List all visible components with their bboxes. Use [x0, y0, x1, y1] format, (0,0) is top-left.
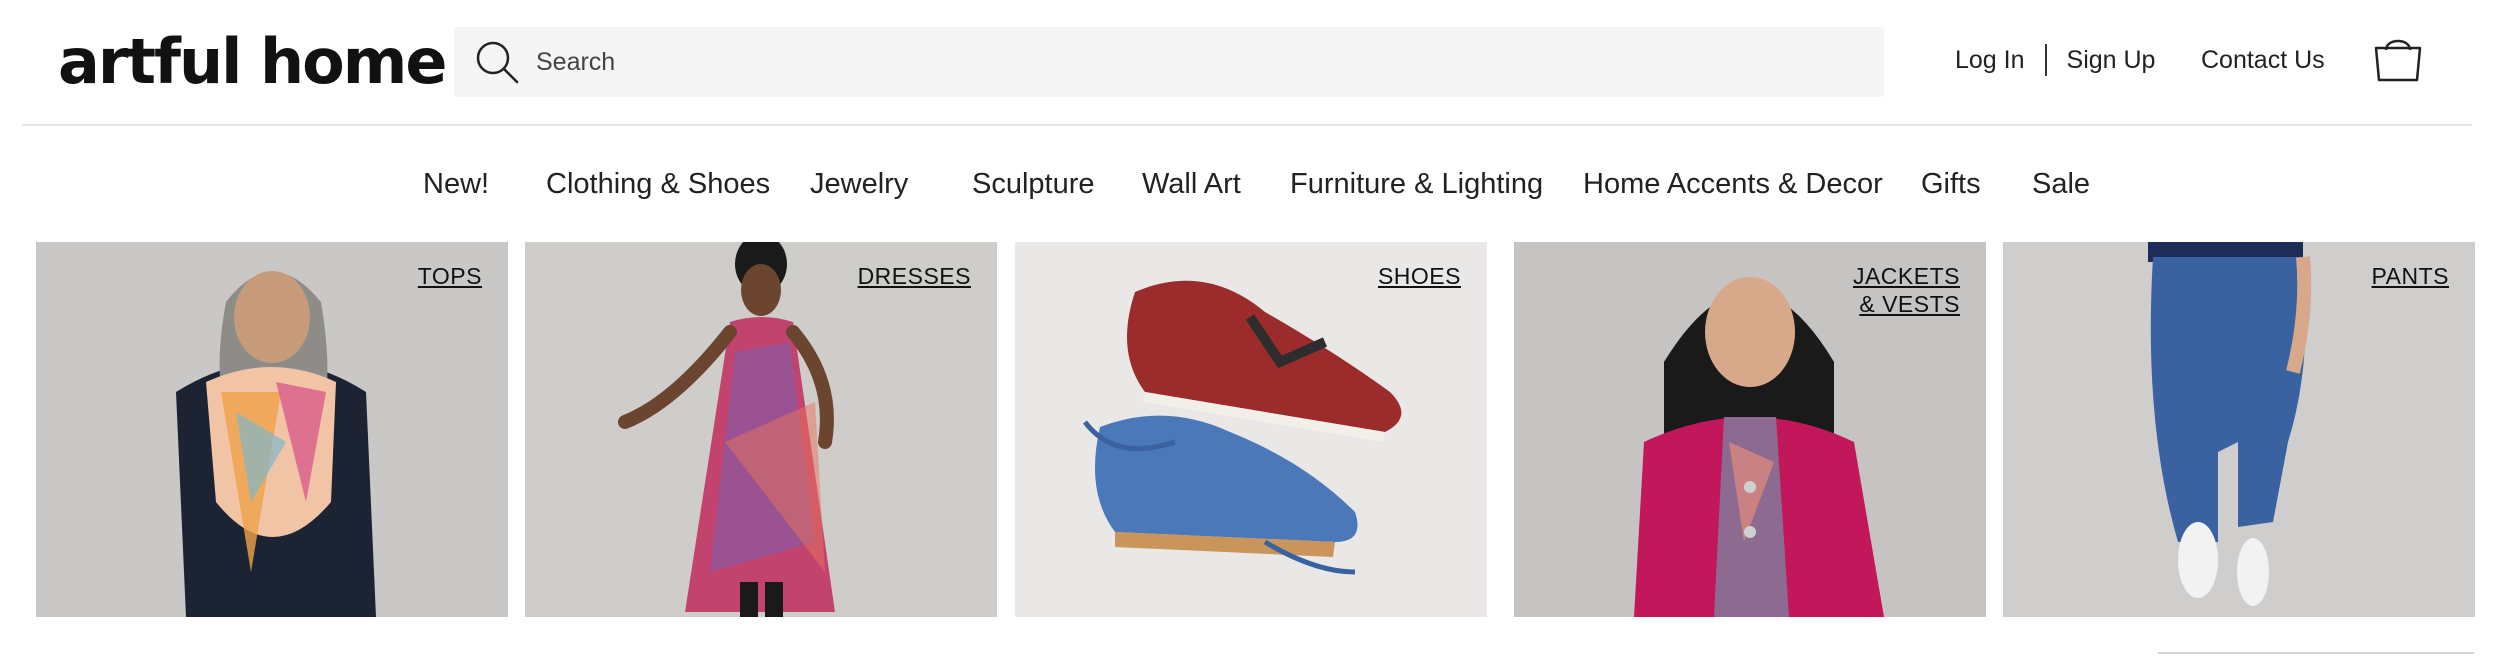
link-separator: [2044, 44, 2047, 76]
nav-item-furniture-lighting[interactable]: Furniture & Lighting: [1290, 160, 1543, 208]
category-tile-dresses[interactable]: DRESSES: [525, 242, 997, 617]
tops-model-image: [176, 271, 376, 617]
contact-link[interactable]: Contact Us: [2201, 40, 2325, 80]
category-tile-jackets-vests[interactable]: JACKETS & VESTS: [1514, 242, 1986, 617]
account-links: Log In Sign Up: [1955, 40, 2155, 80]
category-label[interactable]: SHOES: [1378, 262, 1461, 290]
category-tile-pants[interactable]: PANTS: [2003, 242, 2475, 617]
dresses-model-image: [618, 242, 835, 617]
login-link[interactable]: Log In: [1955, 40, 2025, 80]
nav-item-jewelry[interactable]: Jewelry: [810, 160, 908, 208]
header-divider: [22, 124, 2472, 126]
shoes-product-image: [1083, 280, 1402, 575]
category-label[interactable]: TOPS: [418, 262, 482, 290]
section-divider: [2158, 652, 2474, 654]
nav-item-sale[interactable]: Sale: [2032, 160, 2090, 208]
search-bar[interactable]: [454, 27, 1884, 97]
site-header: artful home Log In Sign Up Contact Us: [0, 0, 2500, 126]
site-logo[interactable]: artful home: [58, 22, 447, 102]
search-input[interactable]: [536, 27, 1856, 97]
shopping-bag-icon[interactable]: [2372, 34, 2424, 84]
nav-item-clothing-shoes[interactable]: Clothing & Shoes: [546, 160, 770, 208]
category-label[interactable]: JACKETS & VESTS: [1853, 262, 1960, 318]
main-navigation: New! Clothing & Shoes Jewelry Sculpture …: [0, 160, 2500, 208]
category-label-line2: & VESTS: [1859, 291, 1960, 317]
category-label[interactable]: DRESSES: [858, 262, 971, 290]
nav-item-new[interactable]: New!: [423, 160, 489, 208]
signup-link[interactable]: Sign Up: [2067, 40, 2156, 80]
category-label[interactable]: PANTS: [2372, 262, 2449, 290]
category-label-line1: JACKETS: [1852, 263, 1960, 289]
nav-item-wall-art[interactable]: Wall Art: [1142, 160, 1241, 208]
nav-item-gifts[interactable]: Gifts: [1921, 160, 1981, 208]
search-icon[interactable]: [472, 37, 522, 87]
nav-item-home-accents-decor[interactable]: Home Accents & Decor: [1583, 160, 1883, 208]
pants-model-image: [2148, 242, 2312, 606]
category-tile-tops[interactable]: TOPS: [36, 242, 508, 617]
nav-item-sculpture[interactable]: Sculpture: [972, 160, 1095, 208]
category-tile-shoes[interactable]: SHOES: [1015, 242, 1487, 617]
